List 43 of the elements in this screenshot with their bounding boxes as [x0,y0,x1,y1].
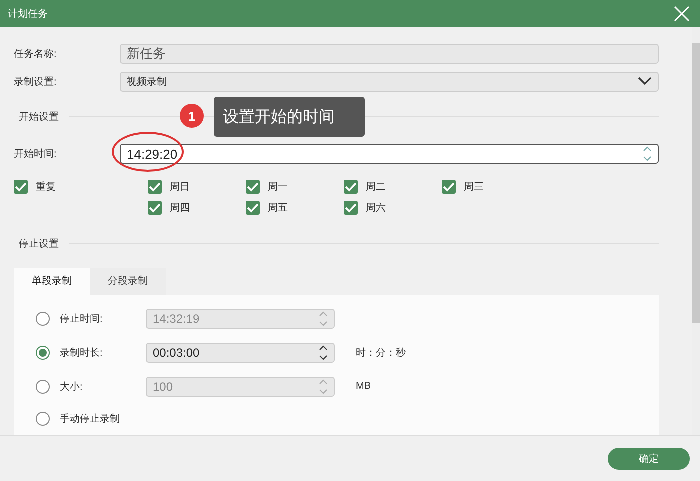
close-icon[interactable] [674,6,690,22]
day-checkbox[interactable] [246,200,260,215]
field-label: 开始时间: [14,148,58,162]
checkbox-label: 周六 [366,202,386,215]
checkbox-label: 周二 [366,180,386,194]
checkbox-label: 重复 [36,180,56,194]
window-title: 计划任务 [8,8,48,20]
start-time-field[interactable]: 14:29:20 [120,144,659,164]
highlight-ellipse [112,132,184,172]
checkbox-label: 周日 [170,180,190,194]
record-setting-dropdown[interactable]: 视频录制 [120,72,659,92]
unit-label: 时：分：秒 [356,346,406,360]
day-checkbox[interactable] [148,200,162,215]
day-checkbox[interactable] [442,180,456,194]
checkbox-label: 周四 [170,202,190,215]
field-label: 录制设置: [14,76,58,89]
day-checkbox[interactable] [246,180,260,194]
field-label: 任务名称: [14,48,58,61]
tab[interactable]: 分段录制 [90,268,166,295]
task-name-field[interactable]: 新任务 [120,44,659,64]
day-checkbox[interactable] [344,180,358,194]
spin-field[interactable]: 00:03:00 [146,342,335,363]
step-badge: 1 [180,104,204,128]
option-label: 手动停止录制 [60,412,121,426]
checkbox-label: 周五 [268,202,288,215]
option-label: 停止时间: [60,312,104,326]
day-checkbox[interactable] [344,200,358,215]
spinner-arrows-icon[interactable] [319,344,328,361]
day-checkbox[interactable] [148,180,162,194]
option-label: 大小: [60,380,84,394]
radio-button[interactable] [36,412,50,426]
radio-button[interactable] [36,346,50,360]
option-label: 录制时长: [60,346,104,360]
ok-button[interactable]: 确定 [608,448,690,470]
section-title: 开始设置 [18,110,60,124]
tab[interactable]: 单段录制 [14,268,90,295]
callout: 设置开始的时间 [214,97,365,137]
checkbox-label: 周一 [268,180,288,194]
chevron-down-icon [638,77,652,86]
checkbox-label: 周三 [464,180,484,194]
unit-label: MB [356,381,371,392]
section-title: 停止设置 [18,238,60,251]
repeat-checkbox[interactable] [14,180,28,194]
